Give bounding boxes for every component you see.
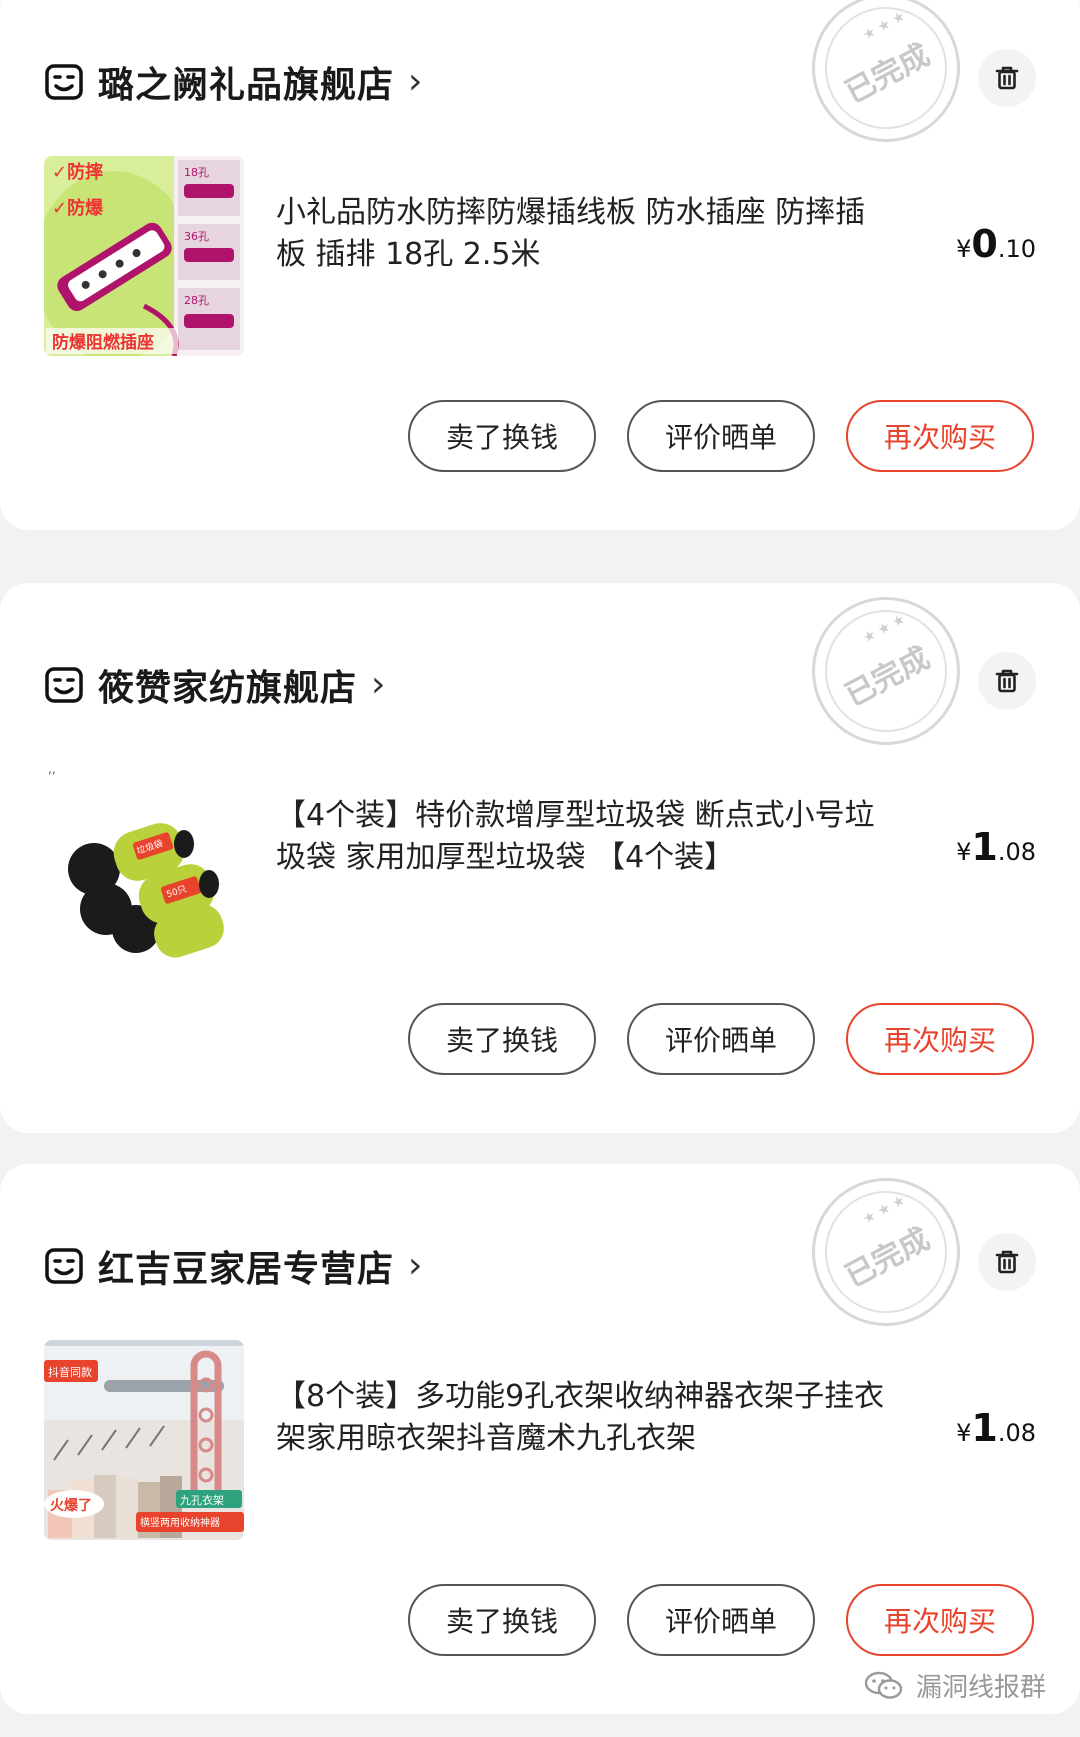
- delete-order-button[interactable]: [978, 652, 1036, 710]
- buy-again-button[interactable]: 再次购买: [846, 1584, 1034, 1656]
- completed-stamp: ★★★ 已完成: [812, 1178, 960, 1326]
- chevron-right-icon: ›: [371, 664, 386, 705]
- shop-name: 璐之阙礼品旗舰店: [98, 65, 395, 106]
- order-card: 筱赞家纺旗舰店 › ★★★ 已完成 垃圾袋 50只 ‚‚ 【4个装】特价款增厚型…: [0, 583, 1080, 1133]
- product-thumbnail[interactable]: 抖音同款 火爆了 九孔衣架 横竖两用收纳神器: [44, 1340, 244, 1540]
- review-button[interactable]: 评价晒单: [627, 1003, 815, 1075]
- completed-stamp: ★★★ 已完成: [812, 597, 960, 745]
- thumb-label: 28孔: [184, 294, 209, 307]
- product-thumbnail[interactable]: ✓防摔 ✓防爆 防爆阻燃插座 18孔 36孔 28孔: [44, 156, 244, 356]
- delete-order-button[interactable]: [978, 1233, 1036, 1291]
- chevron-right-icon: ›: [408, 1245, 423, 1286]
- review-button[interactable]: 评价晒单: [627, 1584, 815, 1656]
- thumb-label: 抖音同款: [48, 1365, 92, 1379]
- shop-link[interactable]: 筱赞家纺旗舰店 ›: [44, 655, 385, 715]
- product-title[interactable]: 小礼品防水防摔防爆插线板 防水插座 防摔插板 插排 18孔 2.5米: [276, 192, 894, 276]
- completed-stamp: ★★★ 已完成: [812, 0, 960, 142]
- product-price: ¥1.08: [956, 1406, 1036, 1450]
- order-card: 红吉豆家居专营店 › ★★★ 已完成 抖音同款 火爆了 九孔衣架 横竖两用收纳神…: [0, 1164, 1080, 1714]
- thumb-label: 九孔衣架: [180, 1493, 224, 1507]
- product-title[interactable]: 【8个装】多功能9孔衣架收纳神器衣架子挂衣架家用晾衣架抖音魔术九孔衣架: [276, 1376, 894, 1460]
- shop-name: 红吉豆家居专营店: [98, 1249, 395, 1290]
- thumb-label: 18孔: [184, 166, 209, 179]
- product-thumbnail[interactable]: 垃圾袋 50只 ‚‚: [44, 759, 244, 959]
- thumb-label: 火爆了: [50, 1497, 92, 1514]
- sell-for-cash-button[interactable]: 卖了换钱: [408, 400, 596, 472]
- product-price: ¥1.08: [956, 825, 1036, 869]
- watermark: 漏洞线报群: [864, 1667, 1046, 1704]
- sell-for-cash-button[interactable]: 卖了换钱: [408, 1584, 596, 1656]
- order-card: 璐之阙礼品旗舰店 › ★★★ 已完成 ✓防摔 ✓防爆 防爆阻燃插座 18孔 36…: [0, 0, 1080, 530]
- thumb-label: 36孔: [184, 230, 209, 243]
- store-icon: [45, 667, 83, 703]
- shop-name: 筱赞家纺旗舰店: [98, 668, 358, 709]
- trash-icon: [995, 66, 1019, 90]
- thumb-label: ✓防爆: [52, 197, 104, 219]
- product-price: ¥0.10: [956, 222, 1036, 266]
- delete-order-button[interactable]: [978, 49, 1036, 107]
- watermark-text: 漏洞线报群: [915, 1673, 1046, 1703]
- thumb-label: 防爆阻燃插座: [52, 332, 154, 353]
- review-button[interactable]: 评价晒单: [627, 400, 815, 472]
- sell-for-cash-button[interactable]: 卖了换钱: [408, 1003, 596, 1075]
- thumb-label: 横竖两用收纳神器: [140, 1516, 220, 1529]
- store-icon: [45, 64, 83, 100]
- buy-again-button[interactable]: 再次购买: [846, 400, 1034, 472]
- product-title[interactable]: 【4个装】特价款增厚型垃圾袋 断点式小号垃圾袋 家用加厚型垃圾袋 【4个装】: [276, 795, 894, 879]
- trash-icon: [995, 1250, 1019, 1274]
- shop-link[interactable]: 璐之阙礼品旗舰店 ›: [44, 52, 422, 112]
- wechat-icon: [864, 1671, 903, 1699]
- shop-link[interactable]: 红吉豆家居专营店 ›: [44, 1236, 422, 1296]
- buy-again-button[interactable]: 再次购买: [846, 1003, 1034, 1075]
- thumb-label: ✓防摔: [52, 161, 103, 183]
- svg-text:‚‚: ‚‚: [48, 762, 56, 776]
- trash-icon: [995, 669, 1019, 693]
- chevron-right-icon: ›: [408, 61, 423, 102]
- store-icon: [45, 1248, 83, 1284]
